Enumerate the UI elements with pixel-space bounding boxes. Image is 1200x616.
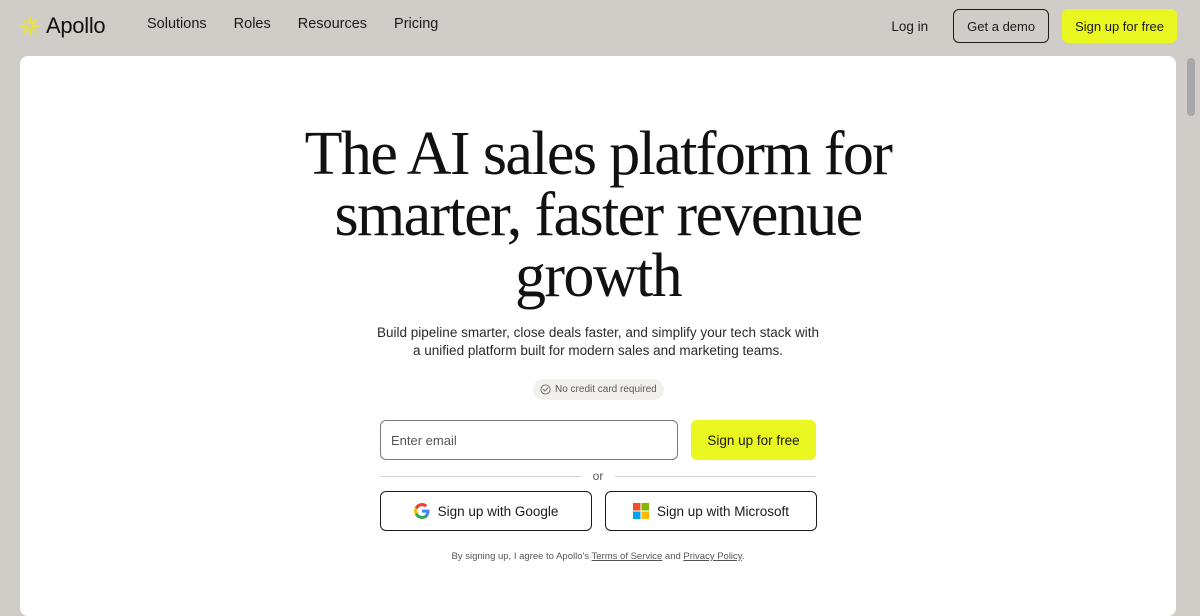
nav-link-solutions[interactable]: Solutions xyxy=(147,16,207,32)
nav-link-resources[interactable]: Resources xyxy=(298,16,367,32)
google-signup-button[interactable]: Sign up with Google xyxy=(380,491,592,531)
or-divider: or xyxy=(380,467,817,485)
google-icon xyxy=(413,503,430,519)
email-input[interactable] xyxy=(380,420,678,460)
nav-link-pricing[interactable]: Pricing xyxy=(394,16,438,32)
legal-notice: By signing up, I agree to Apollo's Terms… xyxy=(0,551,1196,562)
hero-subtitle: Build pipeline smarter, close deals fast… xyxy=(0,324,1196,360)
nav-signup-button[interactable]: Sign up for free xyxy=(1062,9,1177,43)
headline-line-3: growth xyxy=(514,242,683,310)
top-nav: Apollo Solutions Roles Resources Pricing… xyxy=(0,0,1200,52)
divider-line-left xyxy=(380,475,581,477)
hero-headline: The AI sales platform for smarter, faste… xyxy=(0,120,1196,310)
divider-line-right xyxy=(615,475,817,477)
divider-text: or xyxy=(592,469,604,483)
legal-suffix: . xyxy=(741,551,745,562)
microsoft-button-label: Sign up with Microsoft xyxy=(656,503,790,519)
legal-prefix: By signing up, I agree to Apollo's xyxy=(451,551,592,562)
logo-text: Apollo xyxy=(46,13,106,38)
no-credit-card-badge: No credit card required xyxy=(533,379,664,400)
headline-line-1: The AI sales platform for xyxy=(304,120,893,188)
scrollbar-thumb[interactable] xyxy=(1187,58,1195,116)
apollo-burst-icon xyxy=(20,16,40,36)
logo[interactable]: Apollo xyxy=(20,13,106,39)
signup-submit-button[interactable]: Sign up for free xyxy=(691,420,816,460)
nav-actions: Log in Get a demo Sign up for free xyxy=(891,9,1177,43)
headline-line-2: smarter, faster revenue xyxy=(334,181,863,249)
google-button-label: Sign up with Google xyxy=(437,503,559,519)
subtitle-line-2: a unified platform built for modern sale… xyxy=(413,343,783,358)
login-link[interactable]: Log in xyxy=(891,19,928,34)
legal-joiner: and xyxy=(662,551,684,562)
privacy-link[interactable]: Privacy Policy xyxy=(683,551,741,562)
terms-link[interactable]: Terms of Service xyxy=(592,551,663,562)
microsoft-icon xyxy=(632,503,649,519)
subtitle-line-1: Build pipeline smarter, close deals fast… xyxy=(377,325,819,340)
microsoft-signup-button[interactable]: Sign up with Microsoft xyxy=(605,491,817,531)
check-circle-icon xyxy=(540,384,551,395)
get-demo-button[interactable]: Get a demo xyxy=(953,9,1050,43)
badge-text: No credit card required xyxy=(555,384,657,395)
nav-links: Solutions Roles Resources Pricing xyxy=(147,16,438,32)
nav-link-roles[interactable]: Roles xyxy=(234,16,271,32)
